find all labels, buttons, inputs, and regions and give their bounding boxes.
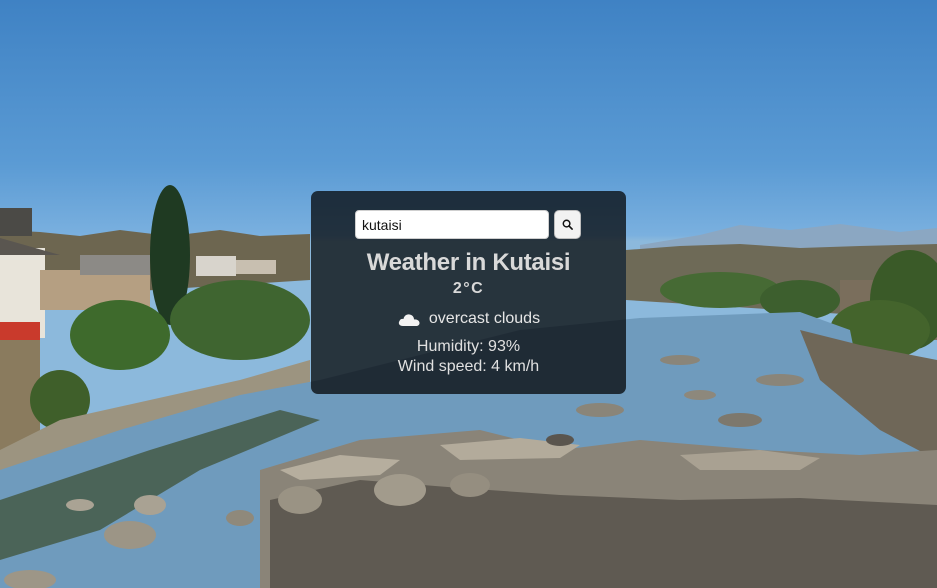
weather-description: overcast clouds	[428, 310, 541, 327]
temperature: 2°C	[452, 280, 485, 297]
humidity: Humidity: 93%	[416, 338, 521, 355]
weather-card: Weather in Kutaisi 2°C overcast clouds H…	[311, 191, 626, 394]
wind-speed: Wind speed: 4 km/h	[397, 358, 540, 375]
search-button[interactable]	[554, 210, 581, 239]
cloud-icon	[398, 314, 420, 326]
background-photo: Weather in Kutaisi 2°C overcast clouds H…	[0, 0, 937, 588]
search-icon	[562, 219, 573, 230]
search-input[interactable]	[355, 210, 549, 239]
search-bar	[355, 210, 583, 240]
weather-condition: overcast clouds	[311, 308, 626, 330]
weather-title: Weather in Kutaisi	[366, 249, 571, 276]
